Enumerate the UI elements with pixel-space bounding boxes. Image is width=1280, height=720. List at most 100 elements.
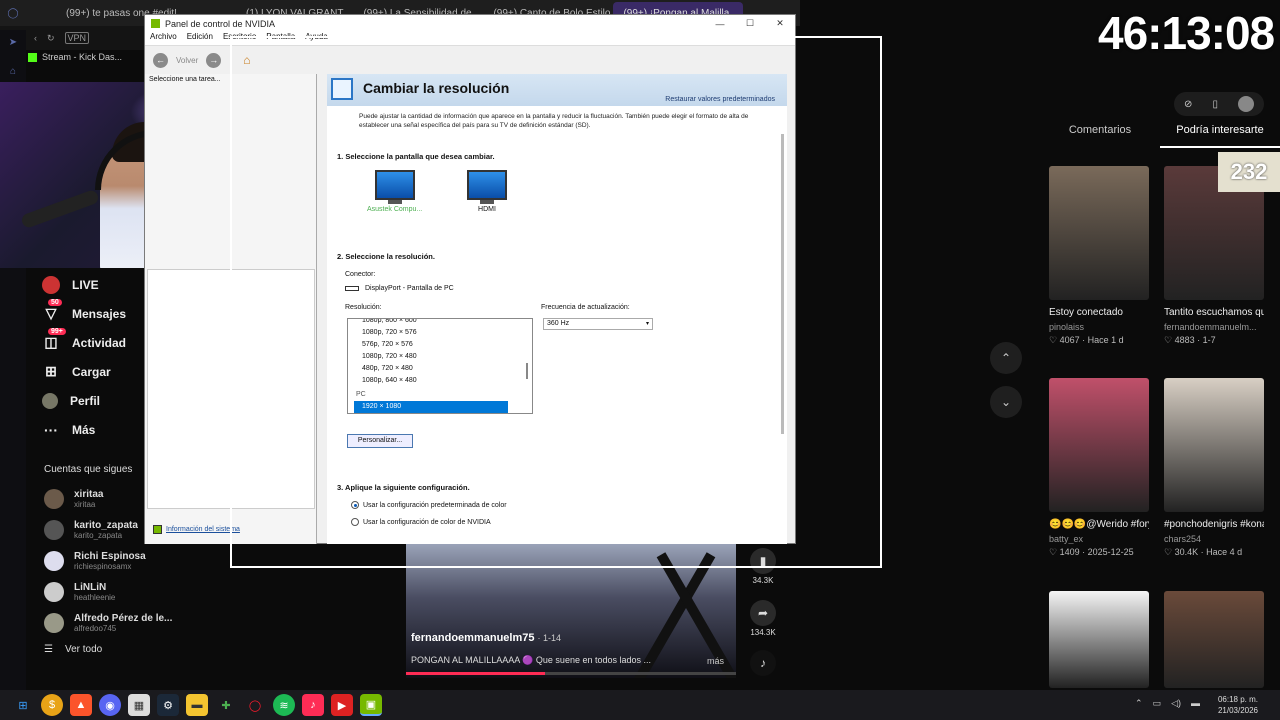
author-name: fernandoemmanuelm75	[411, 632, 535, 644]
more-link[interactable]: más	[707, 656, 724, 666]
resolution-list[interactable]: 1080p, 800 × 600 1080p, 720 × 576 576p, …	[347, 318, 533, 414]
video-author[interactable]: fernandoemmanuelm75 · 1-14	[411, 632, 561, 644]
system-clock[interactable]: 06:18 p. m. 21/03/2026	[1218, 694, 1258, 716]
video-card[interactable]: #ponchodenigris #konanbig chars254 ♡ 30.…	[1164, 378, 1264, 558]
system-tray: ⌃ ▭ ◁) ▬	[1135, 698, 1200, 709]
radio-default-color[interactable]: Usar la configuración predeterminada de …	[351, 501, 507, 509]
more-icon: ···	[44, 421, 58, 438]
followed-account[interactable]: Alfredo Pérez de le... alfredoo745	[30, 607, 230, 638]
radio-nvidia-color[interactable]: Usar la configuración de color de NVIDIA	[351, 518, 491, 526]
back-label[interactable]: Volver	[176, 56, 198, 65]
followed-account[interactable]: LiNLiN heathleenie	[30, 576, 230, 607]
menu-pantalla[interactable]: Pantalla	[266, 32, 295, 45]
window-titlebar[interactable]: Panel de control de NVIDIA — ☐ ✕	[145, 15, 795, 32]
restore-defaults-link[interactable]: Restaurar valores predeterminados	[665, 96, 775, 103]
network-icon[interactable]: ▭	[1153, 698, 1162, 709]
list-scrollbar[interactable]	[526, 363, 528, 379]
video-card[interactable]: Tantito escuchamos que... fernandoemmanu…	[1164, 166, 1264, 346]
volume-icon[interactable]: ◁)	[1171, 698, 1181, 709]
coin-app-icon[interactable]: $	[41, 694, 63, 716]
battery-icon[interactable]: ▬	[1191, 698, 1200, 709]
radio-button	[351, 501, 359, 509]
reload-icon[interactable]: ↻	[47, 33, 55, 44]
red-app-icon[interactable]: ▶	[331, 694, 353, 716]
resolution-option[interactable]: 1080p, 720 × 480	[348, 351, 532, 363]
share-count: 134.3K	[750, 628, 776, 637]
resolution-option[interactable]: 1080p, 720 × 576	[348, 327, 532, 339]
nvidia-app-icon[interactable]: ▣	[360, 694, 382, 716]
avatar	[44, 581, 64, 602]
menu-archivo[interactable]: Archivo	[150, 32, 177, 45]
see-all-link[interactable]: ☰ Ver todo	[30, 644, 230, 655]
save-action[interactable]: ▮ 34.3K	[746, 548, 780, 585]
opera-icon[interactable]: ◯	[244, 694, 266, 716]
avatar	[44, 550, 64, 571]
home-icon[interactable]: ⌂	[243, 53, 250, 67]
monitor-hdmi[interactable]: HDMI	[467, 170, 507, 213]
calendar-app-icon[interactable]: ▦	[128, 694, 150, 716]
brave-browser-icon[interactable]: ▲	[70, 694, 92, 716]
windows-start-icon[interactable]: ⊞	[12, 694, 34, 716]
gamepad-icon[interactable]: ✚	[215, 694, 237, 716]
video-thumbnail	[1049, 591, 1149, 688]
customize-button[interactable]: Personalizar...	[347, 434, 413, 448]
menu-ayuda[interactable]: Ayuda	[305, 32, 328, 45]
bookmark-item[interactable]: Stream - Kick Das...	[28, 52, 122, 62]
video-thumbnail	[1049, 166, 1149, 300]
avatar	[44, 519, 64, 540]
video-card[interactable]: 😊😊😊@Werido #foryou#fyp#rel... batty_ex ♡…	[1049, 378, 1149, 558]
video-date: · 1-14	[537, 633, 562, 643]
task-tree[interactable]	[147, 269, 315, 509]
tiktok-logo[interactable]: ♪	[746, 650, 780, 678]
monitor-asustek[interactable]: Asustek Compu...	[367, 170, 422, 213]
resolution-option[interactable]: 1080p, 800 × 600	[348, 319, 532, 327]
share-action[interactable]: ➦ 134.3K	[746, 600, 780, 637]
compass-icon[interactable]: ⊘	[1184, 99, 1192, 110]
menu-edicion[interactable]: Edición	[187, 32, 213, 45]
forward-arrow-icon[interactable]: →	[206, 52, 222, 68]
rail-icon[interactable]: ⌂	[10, 66, 16, 77]
back-icon[interactable]: ‹	[34, 33, 37, 43]
video-progress-bar[interactable]	[406, 672, 736, 675]
steam-icon[interactable]: ⚙	[157, 694, 179, 716]
card-meta: ♡ 4067 · Hace 1 d	[1049, 335, 1124, 345]
info-icon	[153, 525, 162, 534]
resolution-option[interactable]: 1080p, 640 × 480	[348, 375, 532, 387]
chevron-up-icon[interactable]: ⌃	[1135, 698, 1143, 709]
tab-comments[interactable]: Comentarios	[1040, 124, 1160, 148]
discord-icon[interactable]: ◉	[99, 694, 121, 716]
file-explorer-icon[interactable]: ▬	[186, 694, 208, 716]
page-title: Cambiar la resolución	[363, 80, 510, 96]
card-title: #ponchodenigris #konanbig	[1164, 519, 1264, 530]
close-button[interactable]: ✕	[765, 15, 795, 32]
tiktok-app-icon[interactable]: ♪	[302, 694, 324, 716]
kick-icon	[28, 52, 37, 62]
messages-icon: ▽	[45, 305, 57, 321]
clock-time: 06:18 p. m.	[1217, 695, 1258, 704]
phone-icon[interactable]: ▯	[1212, 99, 1218, 110]
vpn-badge[interactable]: VPN	[64, 32, 90, 44]
minimize-button[interactable]: —	[705, 15, 735, 32]
maximize-button[interactable]: ☐	[735, 15, 765, 32]
resolution-option[interactable]: 480p, 720 × 480	[348, 363, 532, 375]
card-title: Estoy conectado	[1049, 307, 1123, 318]
rail-icon[interactable]: ➤	[9, 37, 17, 48]
nav-label: Cargar	[72, 364, 111, 379]
scroll-down-button[interactable]: ⌄	[990, 386, 1022, 418]
avatar[interactable]	[1237, 96, 1254, 112]
resolution-option[interactable]: 576p, 720 × 576	[348, 339, 532, 351]
followed-account[interactable]: Richi Espinosa richiespinosamx	[30, 545, 230, 576]
system-info-link[interactable]: Información del sistema	[153, 525, 240, 534]
spotify-icon[interactable]: ≋	[273, 694, 295, 716]
refresh-rate-select[interactable]: 360 Hz ▾	[543, 318, 653, 330]
back-arrow-icon[interactable]: ←	[153, 52, 168, 68]
video-card[interactable]	[1164, 591, 1264, 688]
video-card[interactable]	[1049, 591, 1149, 688]
browser-logo-icon[interactable]: ◯	[7, 8, 18, 19]
resolution-option-selected[interactable]: 1920 × 1080	[354, 401, 508, 413]
menu-escritorio[interactable]: Escritorio	[223, 32, 256, 45]
tab-recommended[interactable]: Podría interesarte	[1160, 124, 1280, 148]
page-scrollbar[interactable]	[781, 134, 784, 434]
scroll-up-button[interactable]: ⌃	[990, 342, 1022, 374]
video-card[interactable]: Estoy conectado pinolaiss ♡ 4067 · Hace …	[1049, 166, 1149, 346]
